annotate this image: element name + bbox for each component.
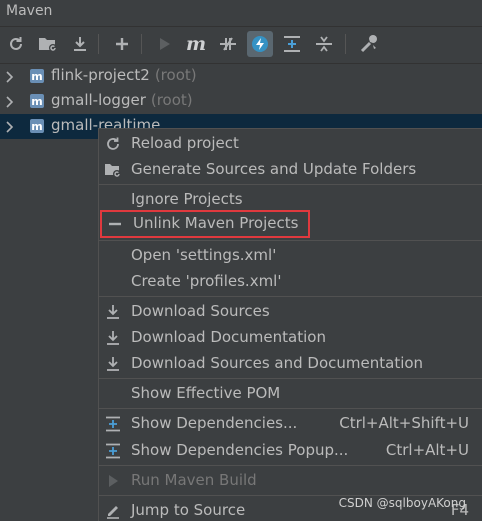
menu-item-reload-project[interactable]: Reload project	[99, 131, 482, 157]
menu-item-label: Create 'profiles.xml'	[131, 272, 282, 290]
chevron-right-icon[interactable]	[5, 71, 15, 83]
watermark: CSDN @sqlboyAKong	[338, 496, 466, 510]
project-context-menu: Reload project Generate Sources and Upda…	[98, 128, 482, 521]
collapse-all-icon[interactable]	[311, 31, 337, 57]
maven-goal-icon[interactable]: m	[183, 31, 209, 57]
menu-separator	[99, 296, 482, 297]
menu-item-download-sources[interactable]: Download Sources	[99, 299, 482, 325]
project-root-label: (root)	[150, 91, 193, 109]
tree-item-project[interactable]: m flink-project2 (root)	[0, 64, 482, 89]
menu-item-label: Reload project	[131, 134, 239, 152]
menu-item-download-sources-and-documentation[interactable]: Download Sources and Documentation	[99, 351, 482, 377]
show-dependencies-icon	[106, 416, 120, 432]
show-dependencies-icon	[106, 443, 120, 459]
chevron-right-icon[interactable]	[5, 121, 15, 133]
menu-item-label: Ignore Projects	[131, 190, 243, 208]
project-name: gmall-logger	[51, 91, 146, 109]
maven-project-icon: m	[30, 69, 44, 83]
menu-item-show-effective-pom[interactable]: Show Effective POM	[99, 381, 482, 407]
reload-icon	[107, 137, 119, 150]
menu-item-label: Download Documentation	[131, 328, 326, 346]
menu-item-label: Download Sources	[131, 302, 270, 320]
menu-item-label: Download Sources and Documentation	[131, 354, 424, 372]
toolbar-separator	[141, 34, 142, 54]
maven-project-icon: m	[30, 94, 44, 108]
menu-item-show-dependencies[interactable]: Show Dependencies... Ctrl+Alt+Shift+U	[99, 411, 482, 437]
menu-item-label: Show Dependencies...	[131, 414, 298, 432]
reload-icon[interactable]	[3, 31, 29, 57]
menu-item-label: Jump to Source	[131, 501, 246, 519]
menu-item-label: Unlink Maven Projects	[133, 214, 299, 232]
menu-item-label: Show Effective POM	[131, 384, 281, 402]
menu-separator	[99, 408, 482, 409]
skip-tests-icon[interactable]	[247, 31, 273, 57]
menu-item-show-dependencies-popup[interactable]: Show Dependencies Popup... Ctrl+Alt+U	[99, 438, 482, 464]
menu-item-shortcut: Ctrl+Alt+Shift+U	[339, 414, 469, 432]
generate-sources-icon[interactable]	[35, 31, 61, 57]
maven-toolbar: m	[0, 27, 482, 64]
menu-item-ignore-projects[interactable]: Ignore Projects	[99, 187, 482, 213]
menu-separator	[99, 378, 482, 379]
menu-item-generate-sources[interactable]: Generate Sources and Update Folders	[99, 157, 482, 183]
download-icon	[107, 331, 119, 345]
menu-separator	[99, 465, 482, 466]
settings-wrench-icon[interactable]	[355, 31, 381, 57]
menu-item-download-documentation[interactable]: Download Documentation	[99, 325, 482, 351]
toolbar-separator	[345, 34, 346, 54]
menu-item-open-settings-xml[interactable]: Open 'settings.xml'	[99, 243, 482, 269]
chevron-right-icon[interactable]	[5, 96, 15, 108]
tree-item-project[interactable]: m gmall-logger (root)	[0, 89, 482, 114]
toolbar-separator	[98, 34, 99, 54]
minus-icon	[109, 222, 121, 226]
run-icon[interactable]	[151, 31, 177, 57]
toggle-offline-icon[interactable]	[215, 31, 241, 57]
generate-sources-icon	[105, 164, 121, 178]
menu-item-label: Generate Sources and Update Folders	[131, 160, 417, 178]
project-name: flink-project2	[51, 66, 150, 84]
edit-pencil-icon	[107, 506, 119, 519]
menu-item-create-profiles-xml[interactable]: Create 'profiles.xml'	[99, 269, 482, 295]
menu-separator	[99, 240, 482, 241]
tool-window-title: Maven	[6, 3, 53, 19]
menu-item-unlink-maven-projects[interactable]: Unlink Maven Projects	[100, 210, 310, 238]
maven-project-icon: m	[30, 119, 44, 133]
svg-text:m: m	[31, 120, 42, 133]
menu-item-shortcut: Ctrl+Alt+U	[385, 441, 469, 459]
menu-separator	[99, 184, 482, 185]
download-icon	[107, 305, 119, 319]
menu-item-label: Show Dependencies Popup...	[131, 441, 349, 459]
download-icon[interactable]	[67, 31, 93, 57]
run-icon	[109, 475, 118, 487]
svg-text:m: m	[31, 95, 42, 108]
show-dependencies-icon[interactable]	[279, 31, 305, 57]
menu-item-run-maven-build[interactable]: Run Maven Build	[99, 468, 482, 494]
project-root-label: (root)	[154, 66, 197, 84]
tool-window-header: Maven	[0, 0, 482, 27]
download-icon	[107, 357, 119, 371]
svg-text:m: m	[31, 70, 42, 83]
menu-item-label: Open 'settings.xml'	[131, 246, 277, 264]
menu-item-label: Run Maven Build	[131, 471, 257, 489]
add-icon[interactable]	[109, 31, 135, 57]
